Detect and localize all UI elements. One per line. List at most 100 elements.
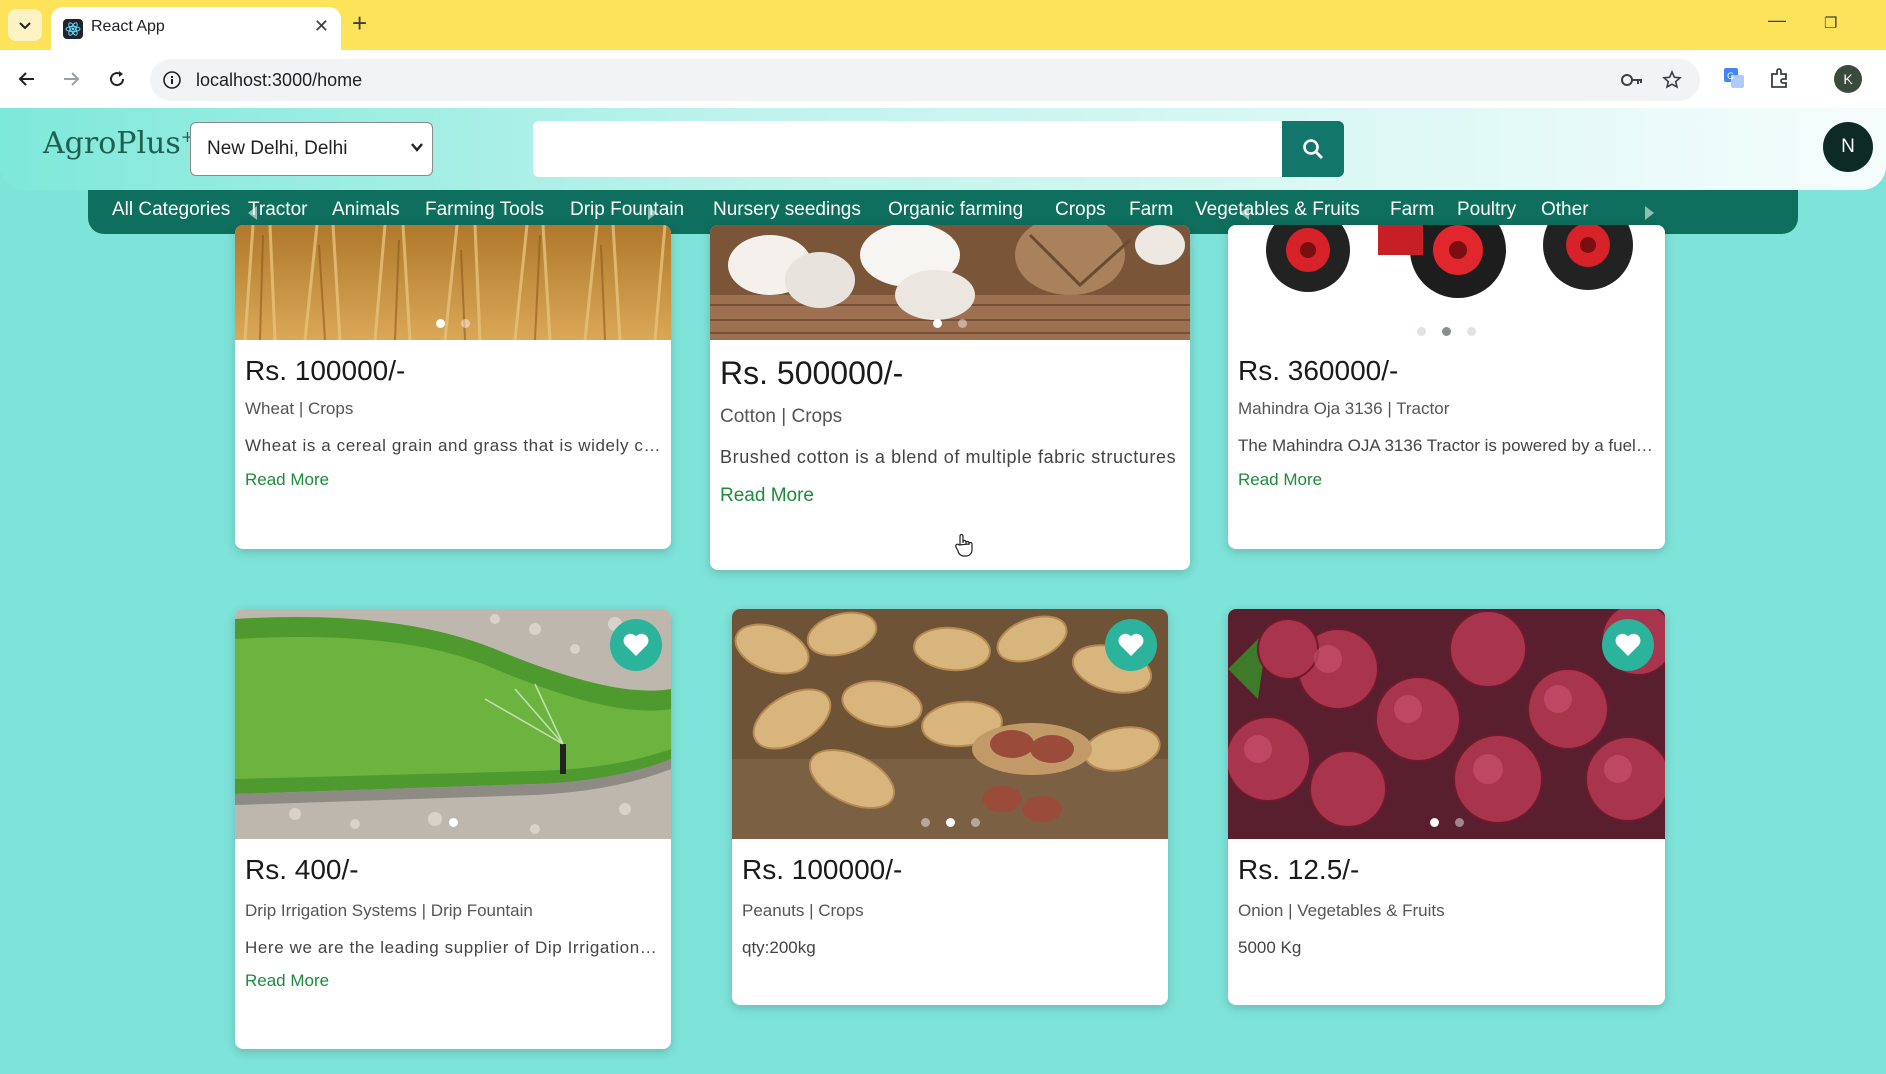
favorite-button[interactable] (1602, 619, 1654, 671)
tab-search-button[interactable] (8, 9, 42, 41)
carousel-dot[interactable] (945, 818, 955, 827)
browser-tab[interactable]: React App ✕ (51, 7, 341, 50)
tab-title: React App (91, 18, 165, 35)
category-scroll-right-icon[interactable] (1645, 206, 1654, 220)
search-icon (1303, 139, 1324, 160)
product-price: Rs. 12.5/- (1238, 854, 1360, 885)
hand-cursor-icon (955, 533, 973, 557)
search-input[interactable] (533, 121, 1283, 177)
read-more-link[interactable]: Read More (1238, 470, 1322, 490)
product-description: Brushed cotton is a blend of multiple fa… (720, 447, 1177, 467)
url-text: localhost:3000/home (196, 70, 363, 90)
svg-text:G: G (1727, 72, 1734, 82)
close-tab-icon[interactable]: ✕ (314, 16, 329, 37)
carousel-dot[interactable] (933, 319, 942, 328)
carousel-dot[interactable] (1467, 327, 1476, 336)
product-card[interactable]: Rs. 100000/- Wheat | Crops Wheat is a ce… (235, 225, 671, 549)
category-farm[interactable]: Farm (1129, 199, 1173, 221)
location-select[interactable]: New Delhi, Delhi (190, 122, 433, 176)
restore-icon[interactable]: ❐ (1824, 14, 1837, 32)
carousel-dot[interactable] (448, 818, 458, 827)
product-category: Drip Irrigation Systems | Drip Fountain (245, 901, 533, 920)
category-other[interactable]: Other (1541, 199, 1589, 221)
category-farm-2[interactable]: Farm (1390, 199, 1434, 221)
product-category: Mahindra Oja 3136 | Tractor (1238, 399, 1450, 418)
carousel-dot[interactable] (1442, 327, 1451, 336)
carousel-dot[interactable] (1429, 818, 1439, 827)
back-button[interactable] (12, 64, 42, 94)
product-price: Rs. 400/- (245, 854, 359, 885)
product-card[interactable]: Rs. 500000/- Cotton | Crops Brushed cott… (710, 225, 1190, 570)
search-button[interactable] (1282, 121, 1344, 177)
arrow-right-icon (64, 72, 80, 86)
read-more-link[interactable]: Read More (245, 971, 329, 991)
product-price: Rs. 500000/- (720, 355, 904, 391)
favorite-button[interactable] (1105, 619, 1157, 671)
peanuts-image (732, 609, 1168, 839)
carousel-dots (710, 319, 1190, 328)
product-description: qty:200kg (742, 938, 816, 957)
carousel-dot[interactable] (970, 818, 980, 827)
category-drip-fountain[interactable]: Drip Fountain (570, 199, 684, 221)
product-description: 5000 Kg (1238, 938, 1302, 957)
minimize-icon[interactable]: — (1768, 10, 1786, 31)
reload-button[interactable] (102, 64, 132, 94)
product-card[interactable]: Rs. 400/- Drip Irrigation Systems | Drip… (235, 609, 671, 1049)
agroplus-logo[interactable]: AgroPlus+ (43, 126, 194, 161)
favorite-button[interactable] (610, 619, 662, 671)
product-category: Onion | Vegetables & Fruits (1238, 901, 1445, 920)
forward-button[interactable] (56, 64, 86, 94)
carousel-dots (1228, 818, 1665, 827)
onion-image (1228, 609, 1665, 839)
category-poultry[interactable]: Poultry (1457, 199, 1516, 221)
category-farming-tools[interactable]: Farming Tools (425, 199, 544, 221)
location-value: New Delhi, Delhi (207, 138, 348, 159)
product-category: Wheat | Crops (245, 399, 354, 418)
chevron-down-icon (411, 143, 423, 152)
carousel-dots (235, 818, 671, 827)
key-icon[interactable] (1620, 70, 1644, 90)
react-icon (63, 19, 83, 39)
user-avatar[interactable]: N (1823, 122, 1873, 172)
product-card[interactable]: Rs. 12.5/- Onion | Vegetables & Fruits 5… (1228, 609, 1665, 1005)
category-nursery-seedings[interactable]: Nursery seedings (713, 199, 861, 221)
carousel-dot[interactable] (461, 319, 470, 328)
carousel-dot[interactable] (436, 319, 445, 328)
product-price: Rs. 360000/- (1238, 355, 1399, 386)
product-category: Cotton | Crops (720, 406, 843, 427)
category-vegetables-fruits[interactable]: Vegetables & Fruits (1195, 199, 1360, 221)
category-animals[interactable]: Animals (332, 199, 400, 221)
category-tractor[interactable]: Tractor (248, 199, 307, 221)
extensions-icon[interactable] (1768, 66, 1792, 90)
product-category: Peanuts | Crops (742, 901, 864, 920)
carousel-dot[interactable] (958, 319, 967, 328)
new-tab-button[interactable]: + (352, 10, 367, 36)
product-card[interactable]: Rs. 360000/- Mahindra Oja 3136 | Tractor… (1228, 225, 1665, 549)
chevron-down-icon (19, 22, 31, 30)
carousel-dot[interactable] (1454, 818, 1464, 827)
translate-icon[interactable]: G (1722, 66, 1746, 90)
wheat-image (235, 225, 671, 340)
browser-tab-strip: React App ✕ + — ❐ (0, 0, 1886, 50)
category-organic-farming[interactable]: Organic farming (888, 199, 1023, 221)
category-all[interactable]: All Categories (112, 199, 230, 221)
heart-icon (1615, 633, 1641, 656)
logo-text: AgroPlus (43, 126, 181, 161)
product-description: Wheat is a cereal grain and grass that i… (245, 436, 661, 455)
read-more-link[interactable]: Read More (245, 470, 329, 490)
read-more-link[interactable]: Read More (720, 485, 814, 507)
site-info-icon[interactable] (162, 70, 182, 90)
carousel-dots (732, 818, 1168, 827)
carousel-dot[interactable] (920, 818, 930, 827)
reload-icon (110, 71, 125, 87)
category-crops[interactable]: Crops (1055, 199, 1106, 221)
heart-icon (1118, 633, 1144, 656)
product-card[interactable]: Rs. 100000/- Peanuts | Crops qty:200kg (732, 609, 1168, 1005)
arrow-left-icon (18, 72, 34, 86)
tractor-image (1228, 225, 1665, 340)
star-icon[interactable] (1662, 70, 1682, 90)
product-description: Here we are the leading supplier of Dip … (245, 938, 661, 957)
address-bar[interactable]: localhost:3000/home (150, 59, 1700, 101)
carousel-dot[interactable] (1417, 327, 1426, 336)
browser-profile-avatar[interactable]: K (1834, 65, 1862, 93)
